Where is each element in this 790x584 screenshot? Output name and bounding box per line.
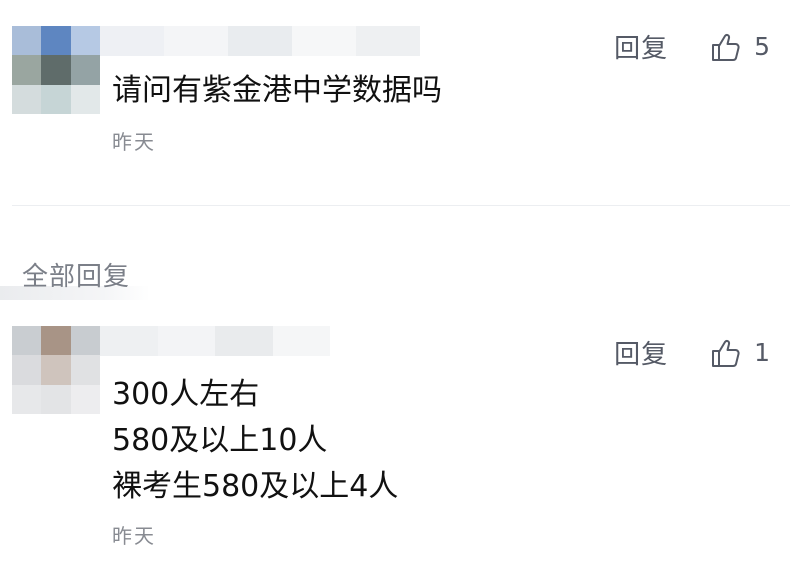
comment-line: 裸考生580及以上4人: [112, 469, 399, 504]
avatar[interactable]: [12, 326, 100, 414]
comment-line: 请问有紫金港中学数据吗: [112, 73, 442, 108]
username-blurred[interactable]: [100, 26, 420, 56]
comment-2: 回复 1 300人左右 580及以上10人 裸考生580及以上4人 昨天: [0, 318, 790, 584]
avatar-pixel: [70, 384, 100, 414]
avatar[interactable]: [12, 26, 100, 114]
comment-1: 回复 5 请问有紫金港中学数据吗 昨天: [0, 0, 790, 205]
like-count: 5: [754, 32, 770, 61]
reply-button[interactable]: 回复: [614, 28, 668, 65]
avatar-pixel: [70, 355, 100, 385]
avatar-pixel: [41, 384, 71, 414]
avatar-pixel: [41, 84, 71, 114]
all-replies-header: 全部回复: [0, 248, 790, 300]
avatar-pixel: [41, 26, 71, 56]
like-button[interactable]: 5: [710, 31, 770, 63]
avatar-pixel: [41, 355, 71, 385]
avatar-pixel: [70, 55, 100, 85]
avatar-pixel: [12, 84, 42, 114]
avatar-pixel: [41, 55, 71, 85]
comment-text: 300人左右 580及以上10人 裸考生580及以上4人: [112, 372, 398, 510]
comment-text: 请问有紫金港中学数据吗: [112, 68, 442, 114]
section-title: 全部回复: [22, 262, 131, 292]
avatar-pixel: [12, 326, 42, 356]
avatar-pixel: [70, 326, 100, 356]
avatar-pixel: [41, 326, 71, 356]
comment-line: 580及以上10人: [112, 423, 328, 458]
reply-button[interactable]: 回复: [614, 334, 668, 371]
thumbs-up-icon: [712, 339, 740, 367]
avatar-pixel: [12, 384, 42, 414]
timestamp: 昨天: [112, 524, 156, 548]
thumbs-up-icon: [712, 33, 740, 61]
timestamp: 昨天: [112, 130, 156, 154]
like-count: 1: [754, 338, 770, 367]
avatar-pixel: [12, 55, 42, 85]
avatar-pixel: [12, 26, 42, 56]
divider: [12, 205, 790, 206]
avatar-pixel: [70, 84, 100, 114]
username-blurred[interactable]: [100, 326, 330, 356]
comment-actions: 回复 5: [614, 28, 770, 65]
comment-actions: 回复 1: [614, 334, 770, 371]
avatar-pixel: [70, 26, 100, 56]
avatar-pixel: [12, 355, 42, 385]
like-button[interactable]: 1: [710, 337, 770, 369]
comment-line: 300人左右: [112, 377, 260, 412]
